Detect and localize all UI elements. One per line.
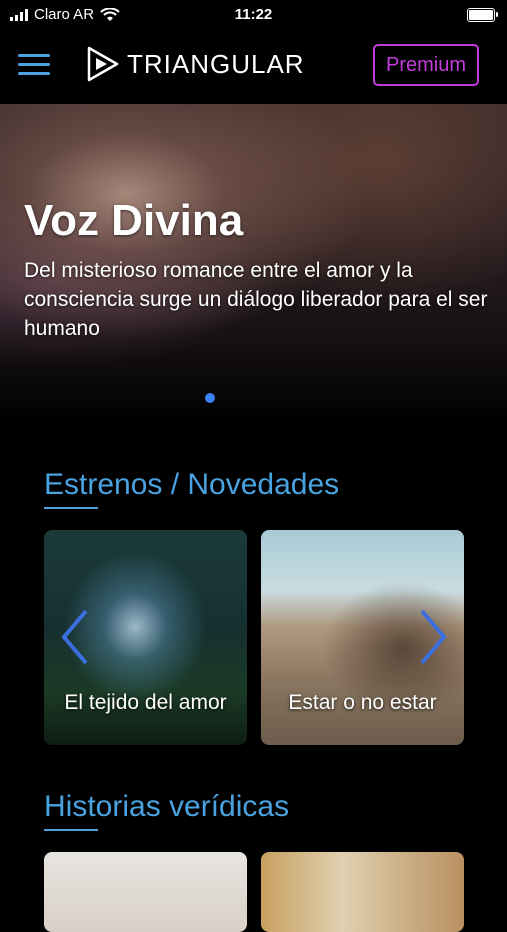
card-label: Estar o no estar — [288, 691, 437, 714]
hero-banner[interactable]: Voz Divina Del misterioso romance entre … — [0, 104, 507, 424]
app-logo: TRIANGULAR — [87, 46, 305, 82]
carousel-dot[interactable] — [205, 393, 215, 403]
card-historia-1[interactable] — [44, 852, 247, 932]
status-bar: Claro AR 11:22 — [0, 0, 507, 30]
chevron-right-icon[interactable] — [418, 607, 448, 667]
hamburger-icon[interactable] — [18, 54, 50, 76]
section-title-estrenos: Estrenos / Novedades — [44, 468, 340, 501]
card-historia-2[interactable] — [261, 852, 464, 932]
app-header: TRIANGULAR Premium — [0, 30, 507, 104]
logo-text: TRIANGULAR — [127, 48, 305, 79]
card-label: El tejido del amor — [64, 691, 227, 714]
clock: 11:22 — [234, 6, 273, 23]
section-title-historias: Historias verídicas — [44, 790, 290, 823]
hero-subtitle: Del misterioso romance entre el amor y l… — [24, 259, 488, 340]
section-underline — [44, 507, 98, 509]
battery-icon — [467, 8, 498, 22]
logo-play-icon — [87, 46, 119, 82]
hero-title: Voz Divina — [24, 196, 244, 245]
chevron-left-icon[interactable] — [60, 607, 90, 667]
premium-button[interactable]: Premium — [373, 44, 479, 86]
section-underline — [44, 829, 98, 831]
